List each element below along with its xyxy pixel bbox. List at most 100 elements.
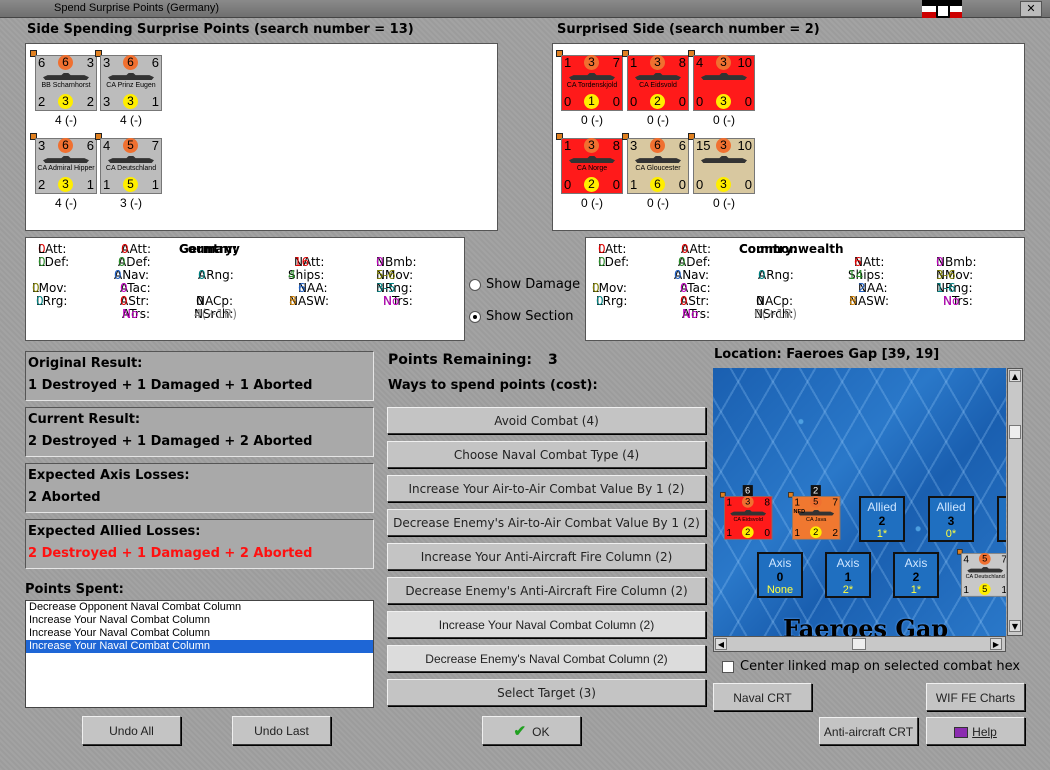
unit-speed-badge: 3 [58, 177, 73, 192]
undo-last-button[interactable]: Undo Last [232, 716, 331, 745]
nmov-value: 3-6 [936, 268, 956, 282]
ok-button[interactable]: ✔ OK [482, 716, 581, 745]
result-heading: Expected Allied Losses: [28, 524, 201, 539]
arng-value: 0 [758, 268, 766, 282]
choose-naval-combat-type-button[interactable]: Choose Naval Combat Type (4) [387, 441, 706, 468]
unit-stat: 1 [630, 177, 638, 192]
map-unit[interactable]: 457CA Deutschland151 [957, 549, 1006, 597]
map-unit[interactable]: 1 3 8 CA Eidsvold 1 2 0 6 [720, 485, 773, 540]
help-button[interactable]: Help [926, 717, 1025, 745]
center-map-checkbox[interactable] [722, 661, 734, 673]
right-unit[interactable]: 4 3 10 0 3 0 0 (-) [688, 50, 755, 127]
ldef-value: 0 [598, 255, 606, 269]
scroll-right-icon[interactable]: ▶ [990, 638, 1002, 650]
nrng-value: 1-6 [936, 281, 956, 295]
list-item[interactable]: Increase Your Naval Combat Column [26, 627, 373, 640]
increase-aa-fire-button[interactable]: Increase Your Anti-Aircraft Fire Column … [387, 543, 706, 570]
nsrch-value: 4(+1R) [194, 307, 238, 321]
points-spent-list[interactable]: Decrease Opponent Naval Combat Column In… [25, 600, 374, 708]
unit-speed-badge: 3 [716, 177, 731, 192]
decrease-enemy-aa-fire-button[interactable]: Decrease Enemy's Anti-Aircraft Fire Colu… [387, 577, 706, 604]
center-map-label[interactable]: Center linked map on selected combat hex [740, 659, 1024, 674]
unit-name: CA Java [806, 517, 827, 523]
map-horizontal-scrollbar[interactable]: ◀ ▶ [713, 636, 1006, 652]
left-unit[interactable]: 4 5 7 CA Deutschland 1 5 1 3 (-) [95, 133, 162, 210]
unit-stat: 4 [963, 553, 969, 565]
undo-all-button[interactable]: Undo All [82, 716, 181, 745]
map-area-name: Faeroes Gap [783, 614, 949, 636]
unit-stat: 0 [678, 177, 686, 192]
unit-attack-badge: 3 [741, 496, 754, 508]
points-remaining-value: 3 [548, 352, 558, 368]
unit-stat: 6 [678, 138, 686, 153]
unit-stat: 1 [151, 177, 159, 192]
show-damage-radio[interactable] [469, 279, 481, 291]
anav-value: 0 [674, 268, 682, 282]
hex-map[interactable]: 138CA Eidsvold1206157CA Java1222NED457CA… [713, 368, 1006, 636]
list-item[interactable]: Increase Your Naval Combat Column [26, 614, 373, 627]
scroll-left-icon[interactable]: ◀ [715, 638, 727, 650]
show-section-label[interactable]: Show Section [486, 309, 574, 324]
naa-value: 2 [858, 281, 866, 295]
decrease-enemy-air-to-air-button[interactable]: Decrease Enemy's Air-to-Air Combat Value… [387, 509, 706, 536]
wif-charts-button[interactable]: WIF FE Charts [926, 683, 1025, 711]
unit-attack-badge: 3 [716, 138, 731, 153]
arng-value: 0 [198, 268, 206, 282]
allied-losses-box: Expected Allied Losses: 2 Destroyed + 1 D… [25, 519, 374, 569]
close-button[interactable]: ✕ [1020, 1, 1042, 17]
result-heading: Current Result: [28, 412, 141, 427]
window-title: Spend Surprise Points (Germany) [54, 2, 220, 14]
right-unit[interactable]: 15 3 10 0 3 0 0 (-) [688, 133, 755, 210]
unit-stat: 2 [86, 94, 94, 109]
show-damage-label[interactable]: Show Damage [486, 277, 580, 292]
aatt-value: 0 [681, 242, 689, 256]
unit-speed-badge: 6 [650, 177, 665, 192]
left-unit[interactable]: 6 6 3 BB Scharnhorst 2 3 2 4 (-) [30, 50, 97, 127]
unit-stat: 0 [678, 94, 686, 109]
natt-value: 6 [854, 255, 862, 269]
increase-air-to-air-button[interactable]: Increase Your Air-to-Air Combat Value By… [387, 475, 706, 502]
unit-stat: 0 [696, 177, 704, 192]
axis-label: Axis [836, 556, 860, 570]
scroll-down-icon[interactable]: ▼ [1009, 620, 1021, 632]
nsrch-value: 0(+1R) [754, 307, 798, 321]
unit-stat: 1 [726, 496, 732, 508]
unit-stat: 1 [86, 177, 94, 192]
country-value: Commonwealth [739, 242, 844, 256]
map-vertical-scrollbar[interactable]: ▲ ▼ [1007, 368, 1023, 636]
avoid-combat-button[interactable]: Avoid Combat (4) [387, 407, 706, 434]
left-stats-panel: LAtt: 0 LDef: 0 LMov: 0 LRrg: 0 AAtt: 0 … [25, 237, 465, 341]
select-target-button[interactable]: Select Target (3) [387, 679, 706, 706]
naval-crt-button[interactable]: Naval CRT [713, 683, 812, 711]
scroll-thumb[interactable] [852, 638, 866, 650]
show-section-radio[interactable] [469, 311, 481, 323]
aa-crt-button[interactable]: Anti-aircraft CRT [819, 717, 918, 745]
unit-stat: 1 [103, 177, 111, 192]
decrease-enemy-naval-combat-button[interactable]: Decrease Enemy's Naval Combat Column (2) [387, 645, 706, 672]
unit-stat: 0 [744, 94, 752, 109]
right-unit[interactable]: 1 3 8 CA Norge 0 2 0 0 (-) [556, 133, 623, 210]
unit-attack-badge: 6 [650, 138, 665, 153]
allied-box-1: Allied 2 1* [859, 496, 905, 542]
increase-naval-combat-button[interactable]: Increase Your Naval Combat Column (2) [387, 611, 706, 638]
right-unit[interactable]: 3 6 6 CA Gloucester 1 6 0 0 (-) [622, 133, 689, 210]
list-item[interactable]: Increase Your Naval Combat Column [26, 640, 373, 653]
unit-speed-badge: 3 [58, 94, 73, 109]
unit-speed-badge: 5 [978, 583, 991, 596]
unit-name: CA Deutschland [105, 165, 157, 172]
stack-count: 2 [810, 485, 821, 496]
help-book-icon [954, 727, 969, 739]
right-unit[interactable]: 1 3 8 CA Eidsvold 0 2 0 0 (-) [622, 50, 689, 127]
scroll-up-icon[interactable]: ▲ [1009, 370, 1021, 382]
right-unit[interactable]: 1 3 7 CA Tordenskjold 0 1 0 0 (-) [556, 50, 623, 127]
allied-count: 3 [947, 514, 955, 528]
left-unit[interactable]: 3 6 6 CA Prinz Eugen 3 3 1 4 (-) [95, 50, 162, 127]
list-item[interactable]: Decrease Opponent Naval Combat Column [26, 601, 373, 614]
unit-stat: 3 [630, 138, 638, 153]
nrng-value: 3-5 [376, 281, 396, 295]
left-unit[interactable]: 3 6 6 CA Admiral Hipper 2 3 1 4 (-) [30, 133, 97, 210]
axis-count: 1 [844, 570, 852, 584]
map-unit[interactable]: 1 5 7 CA Java 1 2 2 2 NED [788, 485, 841, 540]
scroll-thumb[interactable] [1009, 425, 1021, 439]
anav-value: 0 [114, 268, 122, 282]
